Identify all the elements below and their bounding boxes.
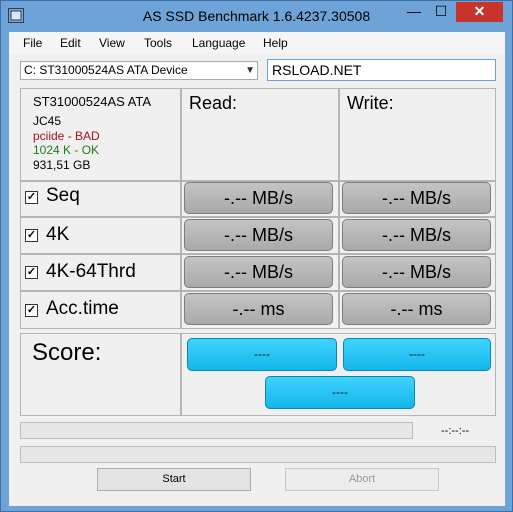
maximize-button[interactable]: ☐: [428, 2, 454, 22]
seq-checkbox[interactable]: ✓: [25, 191, 38, 204]
4k-write-result: -.-- MB/s: [342, 219, 491, 251]
4k-checkbox[interactable]: ✓: [25, 229, 38, 242]
seq-write-result: -.-- MB/s: [342, 182, 491, 214]
abort-button[interactable]: Abort: [285, 468, 439, 491]
start-button[interactable]: Start: [97, 468, 251, 491]
4k-read-result: -.-- MB/s: [184, 219, 333, 251]
title-bar[interactable]: AS SSD Benchmark 1.6.4237.30508 — ☐ ✕: [1, 1, 512, 31]
app-window: AS SSD Benchmark 1.6.4237.30508 — ☐ ✕ Fi…: [0, 0, 513, 512]
4k64-label: 4K-64Thrd: [46, 261, 136, 282]
progress-bar-total: [20, 446, 496, 463]
4k64-write-result: -.-- MB/s: [342, 256, 491, 288]
4k-label: 4K: [46, 224, 70, 245]
seq-read-result: -.-- MB/s: [184, 182, 333, 214]
chevron-down-icon[interactable]: ▼: [245, 62, 255, 79]
minimize-button[interactable]: —: [401, 2, 427, 22]
progress-bar: [20, 422, 413, 439]
menu-file[interactable]: File: [23, 36, 42, 50]
score-total: ----: [265, 376, 415, 409]
4k64-read-result: -.-- MB/s: [184, 256, 333, 288]
seq-label: Seq: [46, 185, 80, 206]
menu-help[interactable]: Help: [263, 36, 288, 50]
close-button[interactable]: ✕: [456, 2, 503, 22]
alignment-status: 1024 K - OK: [33, 143, 100, 157]
score-write: ----: [343, 338, 491, 371]
elapsed-time: --:--:--: [441, 425, 470, 437]
drive-firmware: JC45: [33, 114, 62, 128]
menu-view[interactable]: View: [99, 36, 125, 50]
menu-language[interactable]: Language: [192, 36, 245, 50]
acc-checkbox[interactable]: ✓: [25, 304, 38, 317]
write-column-header: Write:: [347, 93, 394, 113]
driver-status: pciide - BAD: [33, 129, 100, 143]
client-area: File Edit View Tools Language Help C: ST…: [9, 32, 505, 506]
device-select[interactable]: C: ST31000524AS ATA Device ▼: [20, 61, 258, 80]
menu-edit[interactable]: Edit: [60, 36, 81, 50]
device-select-value: C: ST31000524AS ATA Device: [24, 63, 188, 77]
row-seq-cell: [20, 181, 181, 217]
row-4k-cell: [20, 217, 181, 254]
menu-tools[interactable]: Tools: [144, 36, 172, 50]
menu-bar: File Edit View Tools Language Help: [9, 32, 505, 54]
acc-write-result: -.-- ms: [342, 293, 491, 325]
drive-size: 931,51 GB: [33, 158, 91, 172]
acc-read-result: -.-- ms: [184, 293, 333, 325]
read-column-header: Read:: [189, 93, 238, 113]
drive-model: ST31000524AS ATA: [33, 94, 152, 109]
label-input[interactable]: RSLOAD.NET: [267, 59, 496, 81]
4k64-checkbox[interactable]: ✓: [25, 266, 38, 279]
score-label: Score:: [32, 339, 102, 366]
acc-label: Acc.time: [46, 298, 119, 319]
score-read: ----: [187, 338, 337, 371]
